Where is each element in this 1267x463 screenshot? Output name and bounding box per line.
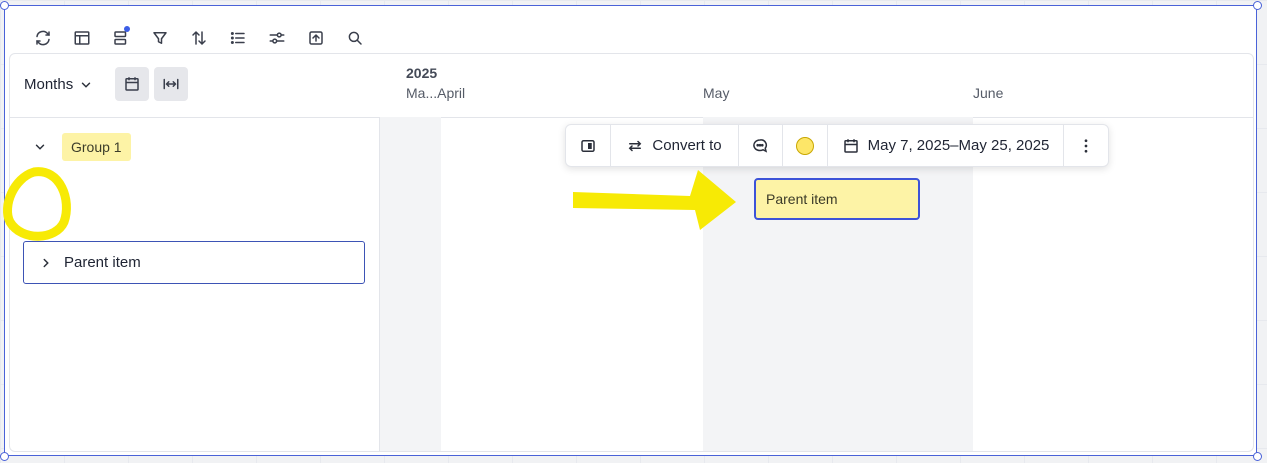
group-label: Group 1 xyxy=(62,133,131,161)
convert-to-button[interactable]: Convert to xyxy=(611,125,739,166)
year-label: 2025 xyxy=(406,65,438,81)
sort-icon xyxy=(191,30,206,46)
calendar-icon xyxy=(843,138,858,153)
non-working-shade xyxy=(380,117,441,451)
zoom-label: Months xyxy=(24,76,74,93)
filter-icon xyxy=(152,32,167,44)
comment-button[interactable] xyxy=(739,125,784,166)
chevron-down-icon xyxy=(81,82,91,88)
resize-handle-bottom-right[interactable] xyxy=(1253,452,1262,461)
resize-handle-bottom-left[interactable] xyxy=(0,452,9,461)
sync-icon xyxy=(35,30,50,46)
fit-width-icon xyxy=(163,78,179,90)
parent-item-label: Parent item xyxy=(64,254,141,271)
view-toolbar xyxy=(23,25,374,51)
settings-button[interactable] xyxy=(257,25,296,51)
list-icon xyxy=(230,32,245,44)
more-vertical-icon xyxy=(1084,138,1088,153)
month-label-march-april: Ma...April xyxy=(406,85,466,101)
active-indicator-dot xyxy=(124,26,130,32)
expand-toggle[interactable] xyxy=(32,249,60,277)
side-panel-icon xyxy=(581,139,595,152)
parent-item-row[interactable]: Parent item xyxy=(23,241,365,284)
convert-to-label: Convert to xyxy=(652,137,722,154)
search-button[interactable] xyxy=(335,25,374,51)
tree-column: Group 1 Parent item xyxy=(10,117,380,451)
fit-width-button[interactable] xyxy=(154,67,188,101)
timeline-panel: Months 2025 Ma...April May June Group 1 … xyxy=(9,53,1254,452)
month-label-may: May xyxy=(703,85,730,101)
timeline-bar-label: Parent item xyxy=(766,191,838,207)
swap-arrows-icon xyxy=(629,140,642,151)
list-button[interactable] xyxy=(218,25,257,51)
month-shade-may xyxy=(703,117,973,451)
calendar-icon xyxy=(125,77,139,91)
chevron-down-icon xyxy=(35,144,45,150)
more-options-button[interactable] xyxy=(1064,125,1108,166)
layout-button[interactable] xyxy=(62,25,101,51)
timeline-bar[interactable]: Parent item xyxy=(754,178,920,220)
open-panel-button[interactable] xyxy=(566,125,611,166)
resize-handle-top-left[interactable] xyxy=(0,1,9,10)
chevron-right-icon xyxy=(43,258,49,267)
color-picker-button[interactable] xyxy=(783,125,828,166)
zoom-dropdown[interactable]: Months xyxy=(24,76,93,93)
date-range-button[interactable]: May 7, 2025–May 25, 2025 xyxy=(828,125,1065,166)
color-swatch xyxy=(795,136,814,155)
item-context-toolbar: Convert to May 7, 2025–May 25, 2025 xyxy=(565,124,1109,167)
filter-button[interactable] xyxy=(140,25,179,51)
timeline-header: Months 2025 Ma...April May June xyxy=(10,54,1253,118)
export-button[interactable] xyxy=(296,25,335,51)
export-icon xyxy=(308,31,323,45)
sort-button[interactable] xyxy=(179,25,218,51)
sync-button[interactable] xyxy=(23,25,62,51)
search-icon xyxy=(348,31,362,45)
calendar-button[interactable] xyxy=(115,67,149,101)
group-collapse-toggle[interactable] xyxy=(26,133,54,161)
month-label-june: June xyxy=(973,85,1004,101)
settings-sliders-icon xyxy=(269,32,284,44)
date-range-label: May 7, 2025–May 25, 2025 xyxy=(867,137,1050,154)
timeline-grid: Parent item xyxy=(380,117,1253,451)
comment-icon xyxy=(753,138,768,153)
group-row[interactable]: Group 1 xyxy=(26,133,131,161)
layout-icon xyxy=(74,31,89,45)
card-fields-button[interactable] xyxy=(101,25,140,51)
resize-handle-top-right[interactable] xyxy=(1253,1,1262,10)
